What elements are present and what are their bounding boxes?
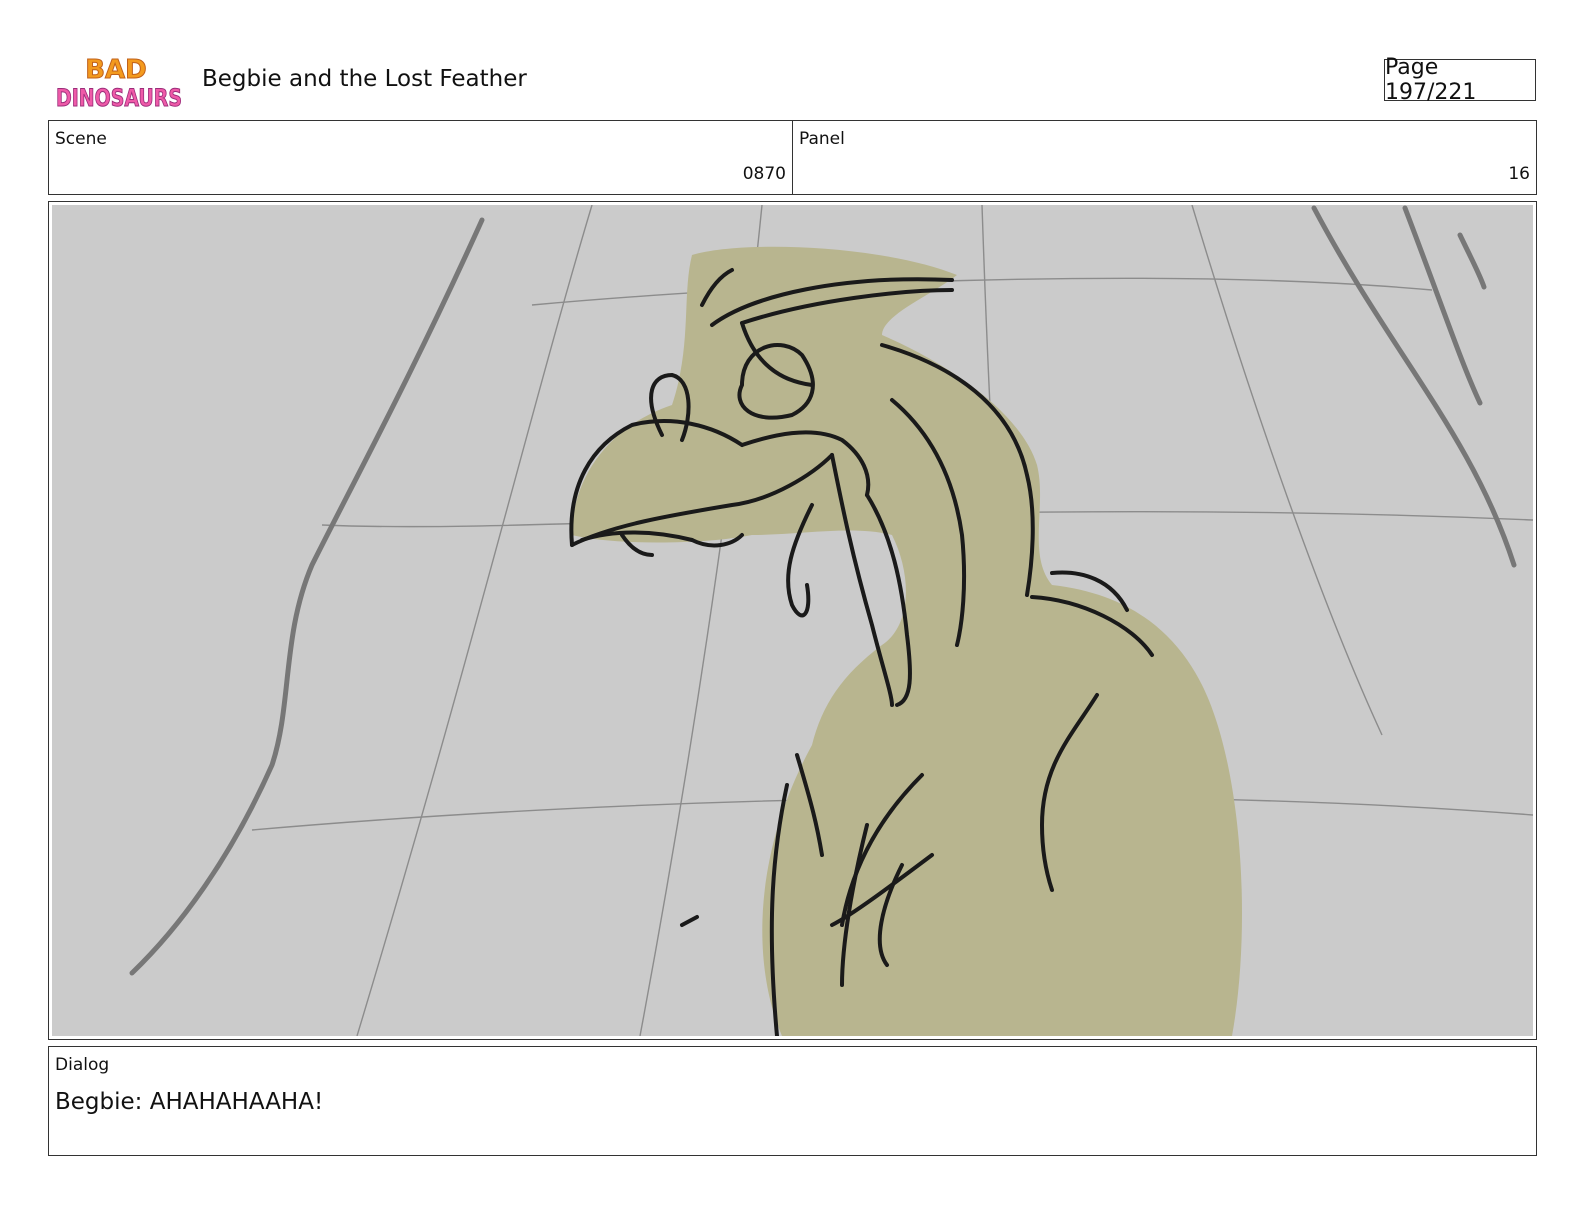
- page-number: Page 197/221: [1384, 55, 1536, 105]
- svg-text:BAD: BAD: [85, 55, 147, 85]
- panel-number: 16: [1508, 164, 1530, 184]
- storyboard-frame: [48, 201, 1537, 1040]
- bad-dinosaurs-logo: BAD DINOSAURS: [54, 54, 184, 113]
- scene-panel-row: Scene 0870 Panel 16: [48, 120, 1537, 195]
- scene-cell: Scene 0870: [49, 121, 792, 194]
- svg-text:DINOSAURS: DINOSAURS: [56, 84, 182, 112]
- scene-number: 0870: [742, 164, 786, 184]
- panel-label: Panel: [799, 129, 845, 149]
- dialog-label: Dialog: [55, 1055, 110, 1075]
- storyboard-drawing: [52, 205, 1533, 1036]
- scene-label: Scene: [55, 129, 107, 149]
- document-title: Begbie and the Lost Feather: [202, 66, 527, 92]
- panel-cell: Panel 16: [792, 121, 1536, 194]
- dialog-box: Dialog Begbie: AHAHAHAAHA!: [48, 1046, 1537, 1156]
- dialog-text: Begbie: AHAHAHAAHA!: [55, 1089, 324, 1115]
